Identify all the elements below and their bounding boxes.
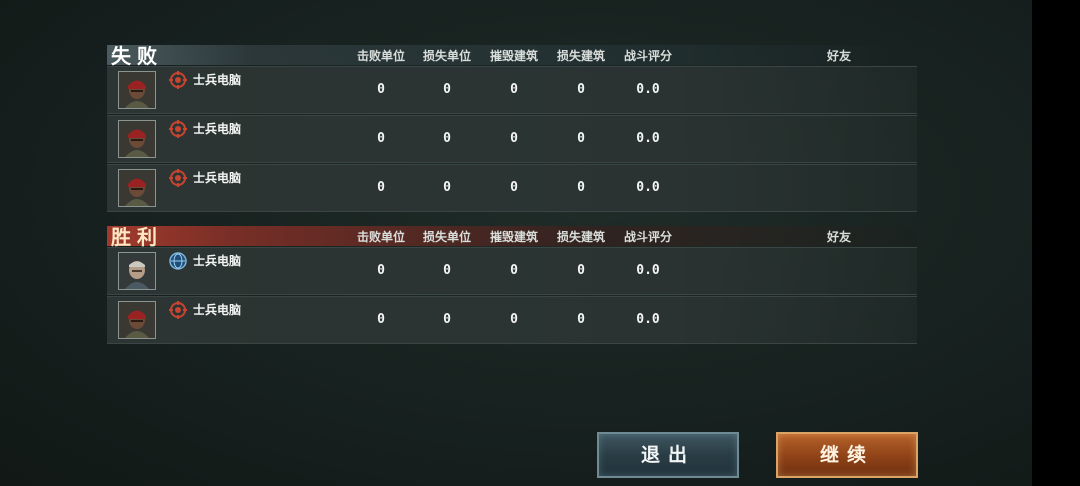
score-value: 0.0 xyxy=(636,131,660,146)
col-header-lost-buildings: 损失建筑 xyxy=(556,49,605,63)
lost-units-value: 0 xyxy=(443,180,451,195)
lost-units-value: 0 xyxy=(443,263,451,278)
avatar xyxy=(118,120,156,158)
score-value: 0.0 xyxy=(636,82,660,97)
player-name: 士兵电脑 xyxy=(193,122,242,136)
red-faction-emblem-icon xyxy=(169,301,187,319)
avatar xyxy=(118,301,156,339)
col-header-score: 战斗评分 xyxy=(623,230,672,244)
destroyed-value: 0 xyxy=(510,180,518,195)
blue-faction-emblem-icon xyxy=(169,252,187,270)
red-faction-emblem-icon xyxy=(169,120,187,138)
soldier-red-portrait-icon xyxy=(119,72,155,108)
win-section: 胜利 击败单位 损失单位 摧毁建筑 损失建筑 战斗评分 好友 士兵电脑 0 0 … xyxy=(107,225,917,344)
col-header-defeated: 击败单位 xyxy=(356,230,405,244)
col-header-lost-units: 损失单位 xyxy=(422,49,471,63)
col-header-score: 战斗评分 xyxy=(623,49,672,63)
player-name: 士兵电脑 xyxy=(193,171,242,185)
col-header-friends: 好友 xyxy=(826,230,851,244)
destroyed-value: 0 xyxy=(510,82,518,97)
col-header-lost-units: 损失单位 xyxy=(422,230,471,244)
score-value: 0.0 xyxy=(636,263,660,278)
lost-units-value: 0 xyxy=(443,82,451,97)
defeated-value: 0 xyxy=(377,131,385,146)
destroyed-value: 0 xyxy=(510,131,518,146)
lose-title: 失败 xyxy=(111,44,163,68)
avatar xyxy=(118,252,156,290)
defeated-value: 0 xyxy=(377,180,385,195)
soldier-red-portrait-icon xyxy=(119,302,155,338)
destroyed-value: 0 xyxy=(510,263,518,278)
lost-buildings-value: 0 xyxy=(577,82,585,97)
lost-buildings-value: 0 xyxy=(577,312,585,327)
lose-section: 失败 击败单位 损失单位 摧毁建筑 损失建筑 战斗评分 好友 士兵电脑 0 0 … xyxy=(107,44,917,212)
soldier-grey-portrait-icon xyxy=(119,253,155,289)
col-header-lost-buildings: 损失建筑 xyxy=(556,230,605,244)
defeated-value: 0 xyxy=(377,312,385,327)
avatar xyxy=(118,169,156,207)
lost-units-value: 0 xyxy=(443,312,451,327)
player-row[interactable]: 士兵电脑 0 0 0 0 0.0 xyxy=(107,66,917,114)
player-name: 士兵电脑 xyxy=(193,303,242,317)
avatar xyxy=(118,71,156,109)
lost-buildings-value: 0 xyxy=(577,263,585,278)
win-title: 胜利 xyxy=(111,225,163,249)
score-value: 0.0 xyxy=(636,312,660,327)
continue-button[interactable]: 继续 xyxy=(776,432,918,478)
player-row[interactable]: 士兵电脑 0 0 0 0 0.0 xyxy=(107,247,917,295)
lost-units-value: 0 xyxy=(443,131,451,146)
lose-header: 失败 击败单位 损失单位 摧毁建筑 损失建筑 战斗评分 好友 xyxy=(107,44,917,68)
soldier-red-portrait-icon xyxy=(119,121,155,157)
defeated-value: 0 xyxy=(377,82,385,97)
player-row[interactable]: 士兵电脑 0 0 0 0 0.0 xyxy=(107,164,917,212)
col-header-defeated: 击败单位 xyxy=(356,49,405,63)
screen-edge-bar xyxy=(1032,0,1080,486)
col-header-destroyed: 摧毁建筑 xyxy=(489,230,538,244)
red-faction-emblem-icon xyxy=(169,169,187,187)
player-row[interactable]: 士兵电脑 0 0 0 0 0.0 xyxy=(107,115,917,163)
score-value: 0.0 xyxy=(636,180,660,195)
red-faction-emblem-icon xyxy=(169,71,187,89)
soldier-red-portrait-icon xyxy=(119,170,155,206)
destroyed-value: 0 xyxy=(510,312,518,327)
defeated-value: 0 xyxy=(377,263,385,278)
lost-buildings-value: 0 xyxy=(577,131,585,146)
col-header-destroyed: 摧毁建筑 xyxy=(489,49,538,63)
player-row[interactable]: 士兵电脑 0 0 0 0 0.0 xyxy=(107,296,917,344)
lost-buildings-value: 0 xyxy=(577,180,585,195)
col-header-friends: 好友 xyxy=(826,49,851,63)
win-header: 胜利 击败单位 损失单位 摧毁建筑 损失建筑 战斗评分 好友 xyxy=(107,225,917,249)
player-name: 士兵电脑 xyxy=(193,254,242,268)
exit-button[interactable]: 退出 xyxy=(597,432,739,478)
player-name: 士兵电脑 xyxy=(193,73,242,87)
